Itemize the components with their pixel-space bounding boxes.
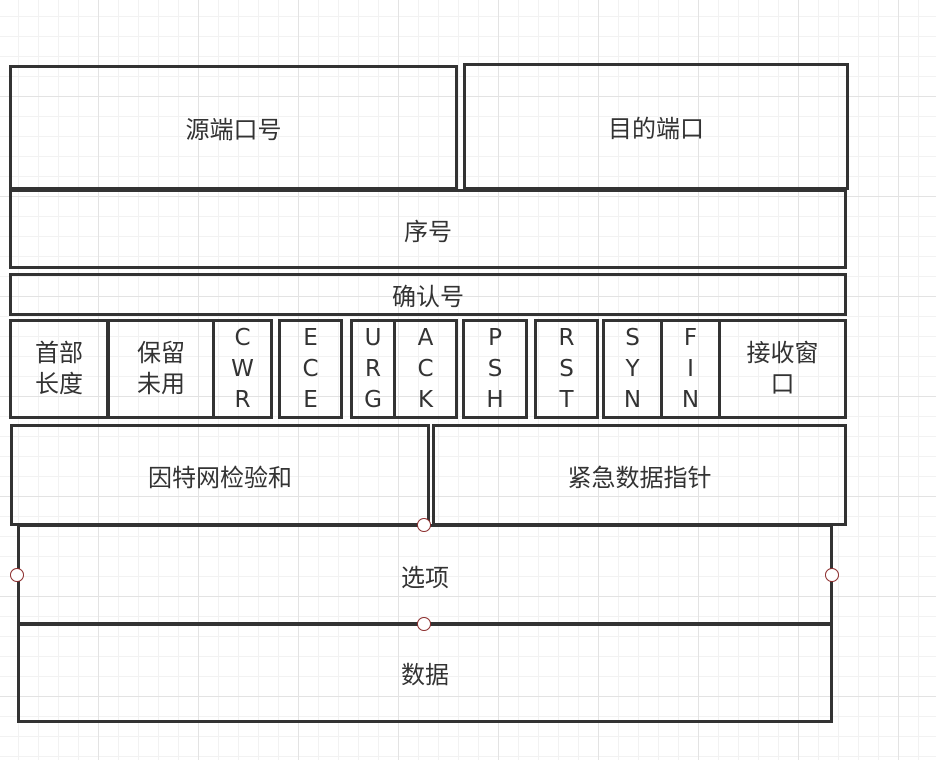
flag-ece-char-3: E (303, 386, 318, 413)
flag-ece[interactable]: E C E (278, 319, 343, 419)
urgent-pointer-label: 紧急数据指针 (567, 463, 712, 492)
flag-rst-char-3: T (559, 386, 574, 413)
flag-urg-char-1: U (364, 324, 382, 351)
flag-psh-char-3: H (486, 386, 504, 413)
options-label: 选项 (401, 563, 449, 592)
flag-ack-char-1: A (417, 324, 434, 351)
flag-psh-char-1: P (488, 324, 502, 351)
sequence-number-label: 序号 (404, 217, 452, 246)
flag-ack-char-3: K (417, 386, 434, 413)
resize-handle-bottom[interactable] (417, 617, 431, 631)
receive-window-line-1: 接收窗 (746, 339, 819, 367)
receive-window-line-2: 口 (770, 370, 795, 398)
flag-syn-char-1: S (625, 324, 640, 351)
reserved-line-2: 未用 (137, 370, 185, 398)
data-label: 数据 (401, 661, 449, 689)
flag-syn-char-3: N (623, 386, 642, 413)
flag-urg[interactable]: U R G (350, 319, 396, 419)
dest-port-field[interactable]: 目的端口 (463, 63, 849, 190)
urgent-pointer-field[interactable]: 紧急数据指针 (432, 424, 847, 526)
header-length-line-2: 长度 (35, 370, 83, 398)
source-port-label: 源端口号 (185, 116, 282, 144)
flag-urg-char-2: R (365, 355, 381, 382)
flag-rst[interactable]: R S T (534, 319, 599, 419)
flag-rst-char-2: S (559, 355, 574, 382)
flag-fin-char-3: N (681, 386, 700, 413)
flag-ack[interactable]: A C K (393, 319, 458, 419)
dest-port-label: 目的端口 (608, 115, 704, 143)
flag-syn[interactable]: S Y N (602, 319, 663, 419)
header-length-field[interactable]: 首部 长度 (9, 319, 109, 419)
flag-fin-char-2: I (687, 355, 694, 382)
flag-fin[interactable]: F I N (660, 319, 721, 419)
flag-ack-char-2: C (417, 355, 434, 382)
flag-cwr[interactable]: C W R (212, 319, 273, 419)
resize-handle-top[interactable] (417, 518, 431, 532)
ack-number-field[interactable]: 确认号 (9, 273, 847, 316)
resize-handle-left[interactable] (10, 568, 24, 582)
reserved-field[interactable]: 保留 未用 (107, 319, 215, 419)
header-length-line-1: 首部 (35, 339, 83, 367)
source-port-field[interactable]: 源端口号 (9, 65, 458, 190)
flag-syn-char-2: Y (625, 355, 640, 382)
receive-window-field[interactable]: 接收窗 口 (718, 319, 847, 419)
reserved-line-1: 保留 (137, 339, 185, 367)
flag-rst-char-1: R (558, 324, 575, 351)
flag-ece-char-2: C (302, 355, 319, 382)
flag-fin-char-1: F (683, 324, 698, 351)
flag-psh-char-2: S (487, 355, 503, 382)
flag-ece-char-1: E (303, 324, 318, 351)
data-field[interactable]: 数据 (17, 622, 833, 723)
checksum-field[interactable]: 因特网检验和 (10, 424, 430, 526)
checksum-label: 因特网检验和 (148, 463, 292, 492)
flag-psh[interactable]: P S H (462, 319, 528, 419)
flag-cwr-char-3: R (234, 386, 251, 413)
resize-handle-right[interactable] (825, 568, 839, 582)
flag-cwr-char-1: C (234, 324, 251, 351)
sequence-number-field[interactable]: 序号 (9, 189, 847, 269)
flag-cwr-char-2: W (231, 355, 254, 382)
ack-number-label: 确认号 (392, 283, 464, 311)
options-field[interactable]: 选项 (17, 524, 833, 626)
flag-urg-char-3: G (364, 386, 382, 413)
